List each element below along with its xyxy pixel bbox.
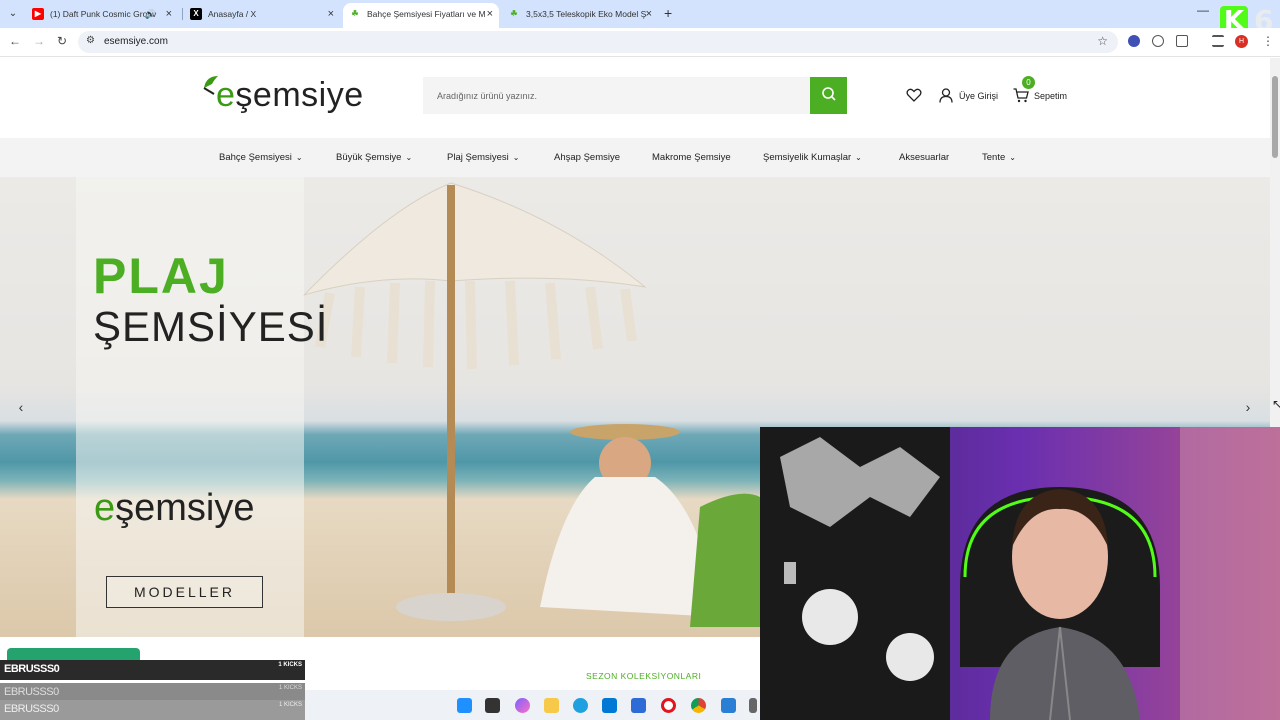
task-view-icon[interactable] — [485, 698, 500, 713]
store-icon[interactable] — [602, 698, 617, 713]
tab-divider — [182, 8, 183, 20]
slider-next-icon[interactable]: › — [1236, 395, 1260, 419]
hero-title-line2: ŞEMSİYESİ — [93, 303, 329, 350]
chevron-down-icon: ⌄ — [295, 153, 303, 162]
page-scrollbar[interactable] — [1270, 58, 1280, 428]
cart-icon[interactable] — [1013, 88, 1029, 103]
reading-list-icon[interactable] — [1212, 35, 1224, 47]
x-icon: X — [190, 8, 202, 20]
opera-icon[interactable] — [661, 698, 676, 713]
menu-icon[interactable]: ⋮ — [1262, 34, 1274, 48]
tab-title: (1) Daft Punk Cosmic Groov — [50, 9, 157, 19]
kick-alert-row: EBRUSSS0 1 KICKS — [0, 660, 305, 680]
windows-start-icon[interactable] — [457, 698, 472, 713]
tab-title: Anasayfa / X — [208, 9, 257, 19]
user-icon[interactable] — [939, 88, 953, 103]
youtube-icon: ▶ — [32, 8, 44, 20]
cart-count-badge: 0 — [1022, 76, 1035, 89]
reload-icon[interactable]: ↻ — [57, 34, 67, 48]
mouse-cursor-icon: ↖ — [1272, 397, 1280, 411]
modeller-button[interactable]: MODELLER — [106, 576, 263, 608]
search-icon — [821, 87, 836, 101]
search-button[interactable] — [810, 77, 847, 114]
tab-search-icon[interactable]: ⌄ — [4, 5, 22, 23]
esemsiye-icon: ☘ — [349, 8, 361, 20]
close-tab-icon[interactable]: × — [166, 3, 172, 25]
nav-item-tente[interactable]: Tente ⌄ — [982, 152, 1016, 163]
app-icon[interactable] — [631, 698, 646, 713]
nav-item-aksesuarlar[interactable]: Aksesuarlar — [899, 152, 949, 163]
extensions-puzzle-icon[interactable] — [1176, 35, 1188, 47]
nav-item-bahce-semsiyesi[interactable]: Bahçe Şemsiyesi ⌄ — [219, 152, 303, 163]
tab-esemsiye-home[interactable]: ☘ Bahçe Şemsiyesi Fiyatları ve Mo × — [343, 3, 499, 28]
nav-item-makrome-semsiye[interactable]: Makrome Şemsiye — [652, 152, 731, 163]
extension-icon[interactable] — [1152, 35, 1164, 47]
scrollbar-thumb[interactable] — [1272, 76, 1278, 158]
speaker-icon[interactable]: 🔊 — [145, 3, 156, 25]
address-bar[interactable]: ⚙ esemsiye.com ☆ — [78, 31, 1118, 53]
nav-item-semsiyelik-kumaslar[interactable]: Şemsiyelik Kumaşlar ⌄ — [763, 152, 862, 163]
photos-icon[interactable] — [721, 698, 736, 713]
edge-icon[interactable] — [573, 698, 588, 713]
chrome-icon[interactable] — [691, 698, 706, 713]
hero-left-panel — [76, 177, 304, 637]
close-tab-icon[interactable]: × — [646, 3, 652, 25]
kick-alert-row: EBRUSSS0 1 KICKS — [0, 700, 305, 720]
profile-avatar[interactable]: H — [1235, 35, 1248, 48]
site-info-icon[interactable]: ⚙ — [86, 35, 95, 46]
forward-icon[interactable]: → — [33, 34, 45, 48]
windows-taskbar — [305, 690, 760, 720]
new-tab-icon[interactable]: + — [664, 5, 672, 21]
webcam-overlay — [760, 427, 1280, 720]
search-box — [423, 77, 847, 114]
esemsiye-icon: ☘ — [510, 9, 518, 18]
site-header: eşemsiye Üye Girişi 0 Sepetim — [0, 58, 1270, 138]
search-input[interactable] — [423, 77, 809, 114]
app-icon[interactable] — [749, 698, 757, 713]
chevron-down-icon: ⌄ — [405, 153, 413, 162]
copilot-icon[interactable] — [515, 698, 530, 713]
url-text[interactable]: esemsiye.com — [104, 36, 168, 47]
nav-item-plaj-semsiyesi[interactable]: Plaj Şemsiyesi ⌄ — [447, 152, 519, 163]
browser-tab-strip: ⌄ ▶ (1) Daft Punk Cosmic Groov 🔊 × X Ana… — [0, 0, 1280, 28]
tab-youtube[interactable]: ▶ (1) Daft Punk Cosmic Groov 🔊 × — [26, 3, 178, 28]
bookmark-star-icon[interactable]: ☆ — [1097, 34, 1108, 48]
heart-icon[interactable] — [906, 88, 922, 102]
section-label: SEZON KOLEKSİYONLARI — [586, 671, 702, 681]
close-tab-icon[interactable]: × — [484, 3, 493, 25]
kick-alerts-overlay: EBRUSSS0 1 KICKS EBRUSSS0 1 KICKS EBRUSS… — [0, 660, 305, 720]
tab-title: Bahçe Şemsiyesi Fiyatları ve Mo — [367, 9, 491, 19]
main-nav: Bahçe Şemsiyesi ⌄ Büyük Şemsiye ⌄ Plaj Şem… — [0, 138, 1270, 177]
login-link[interactable]: Üye Girişi — [959, 91, 998, 101]
close-tab-icon[interactable]: × — [328, 3, 334, 25]
hero-title-line1: PLAJ — [93, 248, 229, 304]
streamer-webcam-image — [760, 427, 1280, 720]
chevron-down-icon: ⌄ — [855, 153, 862, 162]
back-icon[interactable]: ← — [9, 34, 21, 48]
logo-text: eşemsiye — [216, 76, 364, 114]
chevron-down-icon: ⌄ — [512, 153, 520, 162]
minimize-icon[interactable]: — — [1197, 3, 1209, 17]
extension-icon[interactable] — [1128, 35, 1140, 47]
hero-logo: eşemsiye — [94, 487, 255, 529]
nav-item-ahsap-semsiye[interactable]: Ahşap Şemsiye — [554, 152, 620, 163]
slider-prev-icon[interactable]: ‹ — [9, 395, 33, 419]
browser-toolbar: ← → ↻ ⚙ esemsiye.com ☆ ⋮ — [0, 28, 1280, 57]
tab-x[interactable]: X Anasayfa / X × — [184, 3, 340, 28]
nav-item-buyuk-semsiye[interactable]: Büyük Şemsiye ⌄ — [336, 152, 412, 163]
file-explorer-icon[interactable] — [544, 698, 559, 713]
chevron-down-icon: ⌄ — [1009, 153, 1016, 162]
tab-esemsiye-product[interactable]: ☘ 3,5x3,5 Teleskopik Eko Model Ş × — [502, 3, 658, 28]
tab-title: 3,5x3,5 Teleskopik Eko Model Ş — [526, 9, 647, 19]
cart-link[interactable]: Sepetim — [1034, 91, 1067, 101]
